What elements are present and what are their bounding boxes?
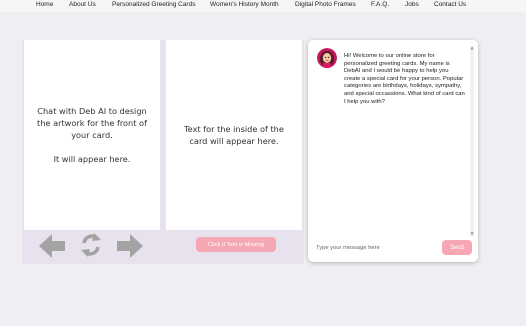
nav-home[interactable]: Home xyxy=(36,1,53,8)
text-missing-button[interactable]: Click if Text is Missing xyxy=(196,237,276,252)
card-front-preview: Chat with Deb AI to design the artwork f… xyxy=(24,40,160,230)
chat-message-input[interactable] xyxy=(316,242,436,254)
send-button[interactable]: Send xyxy=(442,240,472,255)
card-preview-panel: Chat with Deb AI to design the artwork f… xyxy=(22,40,304,264)
nav-digital-photo-frames[interactable]: Digital Photo Frames xyxy=(295,1,356,8)
nav-contact-us[interactable]: Contact Us xyxy=(434,1,466,8)
nav-about-us[interactable]: About Us xyxy=(69,1,96,8)
refresh-icon[interactable] xyxy=(80,232,102,262)
card-front-placeholder: Chat with Deb AI to design the artwork f… xyxy=(37,106,147,164)
nav-womens-history-month[interactable]: Women's History Month xyxy=(210,1,279,8)
nav-jobs[interactable]: Jobs xyxy=(405,1,419,8)
arrow-left-icon[interactable] xyxy=(38,233,66,263)
chat-panel: Hi! Welcome to our online store for pers… xyxy=(308,40,478,262)
card-controls: Click if Text is Missing xyxy=(22,230,304,264)
nav-personalized-greeting-cards[interactable]: Personalized Greeting Cards xyxy=(112,1,195,8)
assistant-welcome-message: Hi! Welcome to our online store for pers… xyxy=(344,53,465,105)
chat-scrollbar[interactable]: ▲ ▼ xyxy=(470,46,474,236)
card-inside-placeholder: Text for the inside of the card will app… xyxy=(184,124,284,146)
arrow-right-icon[interactable] xyxy=(116,233,144,263)
scroll-up-icon[interactable]: ▲ xyxy=(470,46,474,50)
scroll-down-icon[interactable]: ▼ xyxy=(470,232,474,236)
assistant-avatar-icon xyxy=(317,48,337,68)
card-inside-preview: Text for the inside of the card will app… xyxy=(166,40,302,230)
top-navigation: Home About Us Personalized Greeting Card… xyxy=(0,0,526,12)
nav-faq[interactable]: F.A.Q. xyxy=(371,1,389,8)
